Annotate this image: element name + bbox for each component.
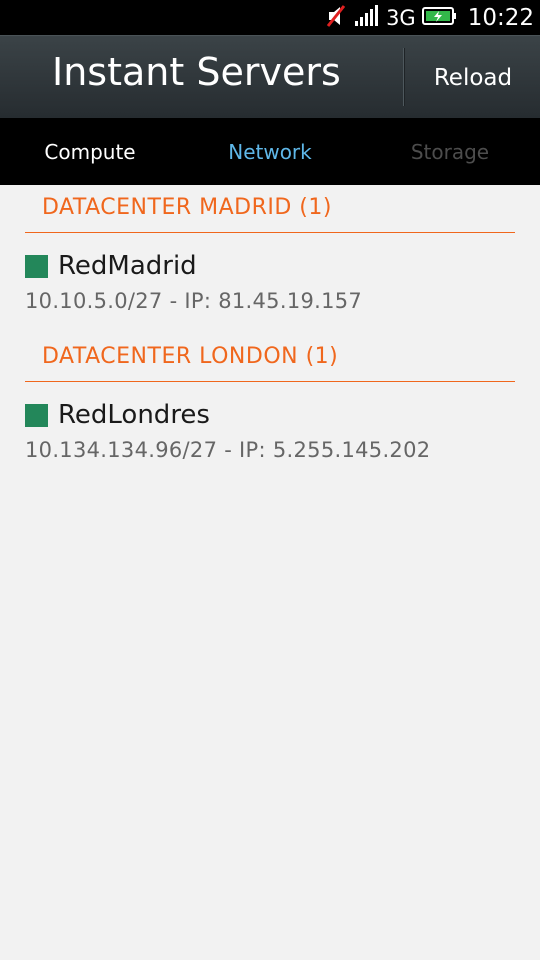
tab-compute[interactable]: Compute (0, 118, 180, 185)
reload-button[interactable]: Reload (406, 36, 540, 119)
app-title: Instant Servers (52, 50, 341, 94)
status-icons: 3G 10:22 (326, 0, 534, 35)
section-header-madrid: DATACENTER MADRID (1) (25, 185, 515, 233)
muted-speaker-icon (326, 4, 348, 32)
item-detail: 10.134.134.96/27 - IP: 5.255.145.202 (25, 438, 431, 462)
tab-bar: Compute Network Storage (0, 118, 540, 185)
battery-charging-icon (421, 6, 458, 30)
status-bar: 3G 10:22 (0, 0, 540, 35)
tab-storage[interactable]: Storage (360, 118, 540, 185)
header-divider (403, 48, 405, 106)
signal-icon (354, 4, 380, 31)
network-type: 3G (386, 5, 416, 30)
clock: 10:22 (467, 4, 534, 31)
status-indicator (25, 254, 48, 278)
list-item-redmadrid[interactable]: RedMadrid 10.10.5.0/27 - IP: 81.45.19.15… (0, 233, 540, 334)
tab-network[interactable]: Network (180, 118, 360, 185)
status-indicator (25, 403, 48, 427)
section-header-london: DATACENTER LONDON (1) (25, 334, 515, 382)
item-name: RedMadrid (58, 251, 197, 281)
network-list: DATACENTER MADRID (1) RedMadrid 10.10.5.… (0, 185, 540, 483)
item-name: RedLondres (58, 400, 210, 430)
list-item-redlondres[interactable]: RedLondres 10.134.134.96/27 - IP: 5.255.… (0, 382, 540, 483)
item-detail: 10.10.5.0/27 - IP: 81.45.19.157 (25, 289, 363, 313)
app-header: Instant Servers Reload (0, 35, 540, 118)
